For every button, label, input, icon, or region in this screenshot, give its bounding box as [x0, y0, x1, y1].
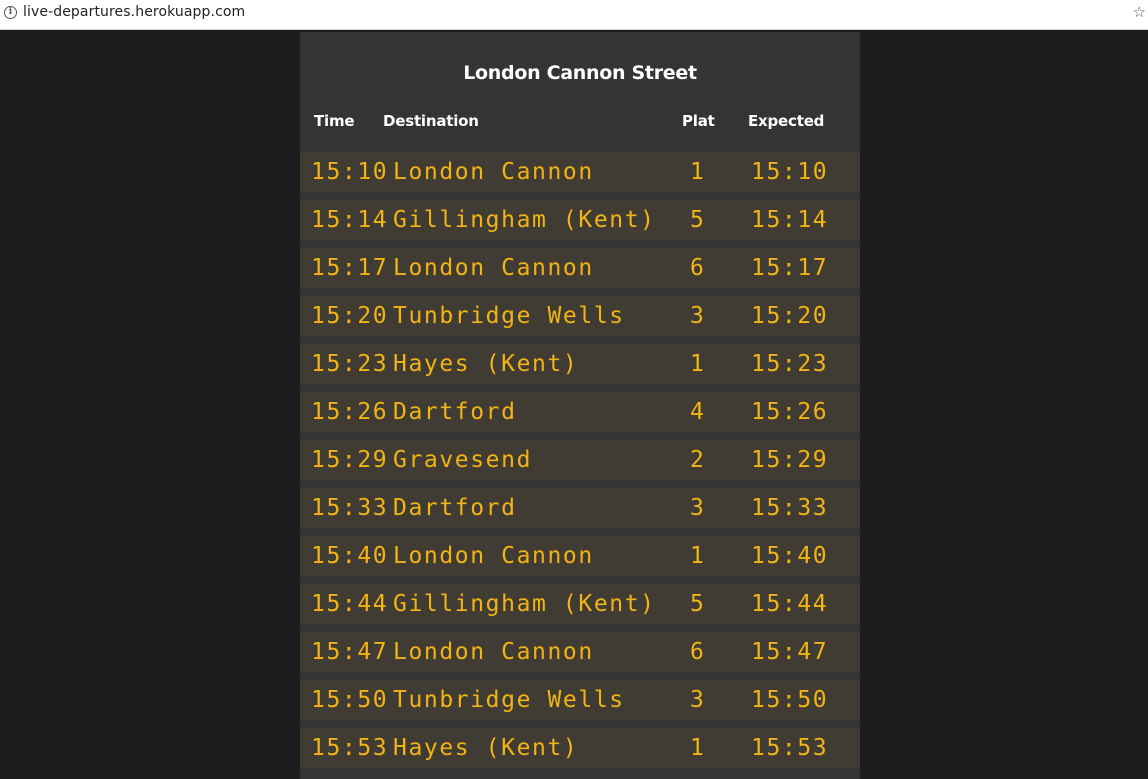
departure-time: 15:44	[311, 591, 389, 617]
departure-time: 15:23	[311, 351, 389, 377]
departure-time: 15:10	[311, 159, 389, 185]
column-header-expected: Expected	[748, 112, 825, 130]
departure-destination: London Cannon	[393, 255, 594, 281]
departure-destination: Gillingham (Kent)	[393, 207, 656, 233]
departure-destination: London Cannon	[393, 639, 594, 665]
column-header-time: Time	[314, 112, 355, 130]
departure-destination: Gravesend	[393, 447, 533, 473]
departure-destination: London Cannon	[393, 543, 594, 569]
departure-platform: 1	[690, 351, 706, 377]
departure-expected: 15:40	[751, 543, 829, 569]
station-title: London Cannon Street	[463, 62, 697, 84]
departure-platform: 1	[690, 735, 706, 761]
departure-row: 15:20 Tunbridge Wells 3 15:20	[300, 296, 860, 336]
departure-row: 15:29 Gravesend 2 15:29	[300, 440, 860, 480]
departure-row: 15:26 Dartford 4 15:26	[300, 392, 860, 432]
departure-time: 15:47	[311, 639, 389, 665]
departure-expected: 15:14	[751, 207, 829, 233]
departure-row: 15:47 London Cannon 6 15:47	[300, 632, 860, 672]
url-text[interactable]: live-departures.herokuapp.com	[23, 4, 245, 20]
departure-row: 15:23 Hayes (Kent) 1 15:23	[300, 344, 860, 384]
departure-expected: 15:47	[751, 639, 829, 665]
departure-expected: 15:53	[751, 735, 829, 761]
departure-destination: Hayes (Kent)	[393, 735, 579, 761]
departure-time: 15:20	[311, 303, 389, 329]
column-header-platform: Plat	[682, 112, 715, 130]
departure-destination: Dartford	[393, 495, 517, 521]
departure-destination: Hayes (Kent)	[393, 351, 579, 377]
browser-address-bar[interactable]: i live-departures.herokuapp.com ☆	[0, 0, 1148, 30]
departure-platform: 6	[690, 255, 706, 281]
departure-expected: 15:10	[751, 159, 829, 185]
departure-expected: 15:26	[751, 399, 829, 425]
departure-board: London Cannon Street Time Destination Pl…	[300, 32, 860, 779]
departure-platform: 4	[690, 399, 706, 425]
departure-time: 15:17	[311, 255, 389, 281]
departure-platform: 5	[690, 207, 706, 233]
departure-time: 15:33	[311, 495, 389, 521]
departure-platform: 1	[690, 543, 706, 569]
departure-platform: 3	[690, 687, 706, 713]
departure-row: 15:33 Dartford 3 15:33	[300, 488, 860, 528]
departure-row: 15:44 Gillingham (Kent) 5 15:44	[300, 584, 860, 624]
departure-row: 15:17 London Cannon 6 15:17	[300, 248, 860, 288]
info-icon[interactable]: i	[4, 6, 17, 19]
departure-time: 15:50	[311, 687, 389, 713]
departure-expected: 15:33	[751, 495, 829, 521]
departure-expected: 15:50	[751, 687, 829, 713]
departures-list: 15:10 London Cannon 1 15:10 15:14 Gillingham …	[300, 152, 860, 776]
departure-expected: 15:23	[751, 351, 829, 377]
departure-platform: 3	[690, 495, 706, 521]
departure-time: 15:14	[311, 207, 389, 233]
departure-time: 15:26	[311, 399, 389, 425]
departure-platform: 3	[690, 303, 706, 329]
departure-expected: 15:20	[751, 303, 829, 329]
bookmark-star-icon[interactable]: ☆	[1133, 2, 1146, 22]
departure-platform: 2	[690, 447, 706, 473]
departure-row: 15:40 London Cannon 1 15:40	[300, 536, 860, 576]
departure-destination: Tunbridge Wells	[393, 303, 625, 329]
departure-time: 15:40	[311, 543, 389, 569]
departure-destination: Gillingham (Kent)	[393, 591, 656, 617]
departure-time: 15:29	[311, 447, 389, 473]
departure-time: 15:53	[311, 735, 389, 761]
departure-destination: Tunbridge Wells	[393, 687, 625, 713]
departure-row: 15:53 Hayes (Kent) 1 15:53	[300, 728, 860, 768]
departure-row: 15:50 Tunbridge Wells 3 15:50	[300, 680, 860, 720]
departure-platform: 6	[690, 639, 706, 665]
departure-row: 15:14 Gillingham (Kent) 5 15:14	[300, 200, 860, 240]
departure-platform: 5	[690, 591, 706, 617]
departure-destination: Dartford	[393, 399, 517, 425]
column-header-destination: Destination	[383, 112, 479, 130]
departure-expected: 15:17	[751, 255, 829, 281]
departure-platform: 1	[690, 159, 706, 185]
departure-expected: 15:29	[751, 447, 829, 473]
departure-destination: London Cannon	[393, 159, 594, 185]
departure-expected: 15:44	[751, 591, 829, 617]
departure-row: 15:10 London Cannon 1 15:10	[300, 152, 860, 192]
